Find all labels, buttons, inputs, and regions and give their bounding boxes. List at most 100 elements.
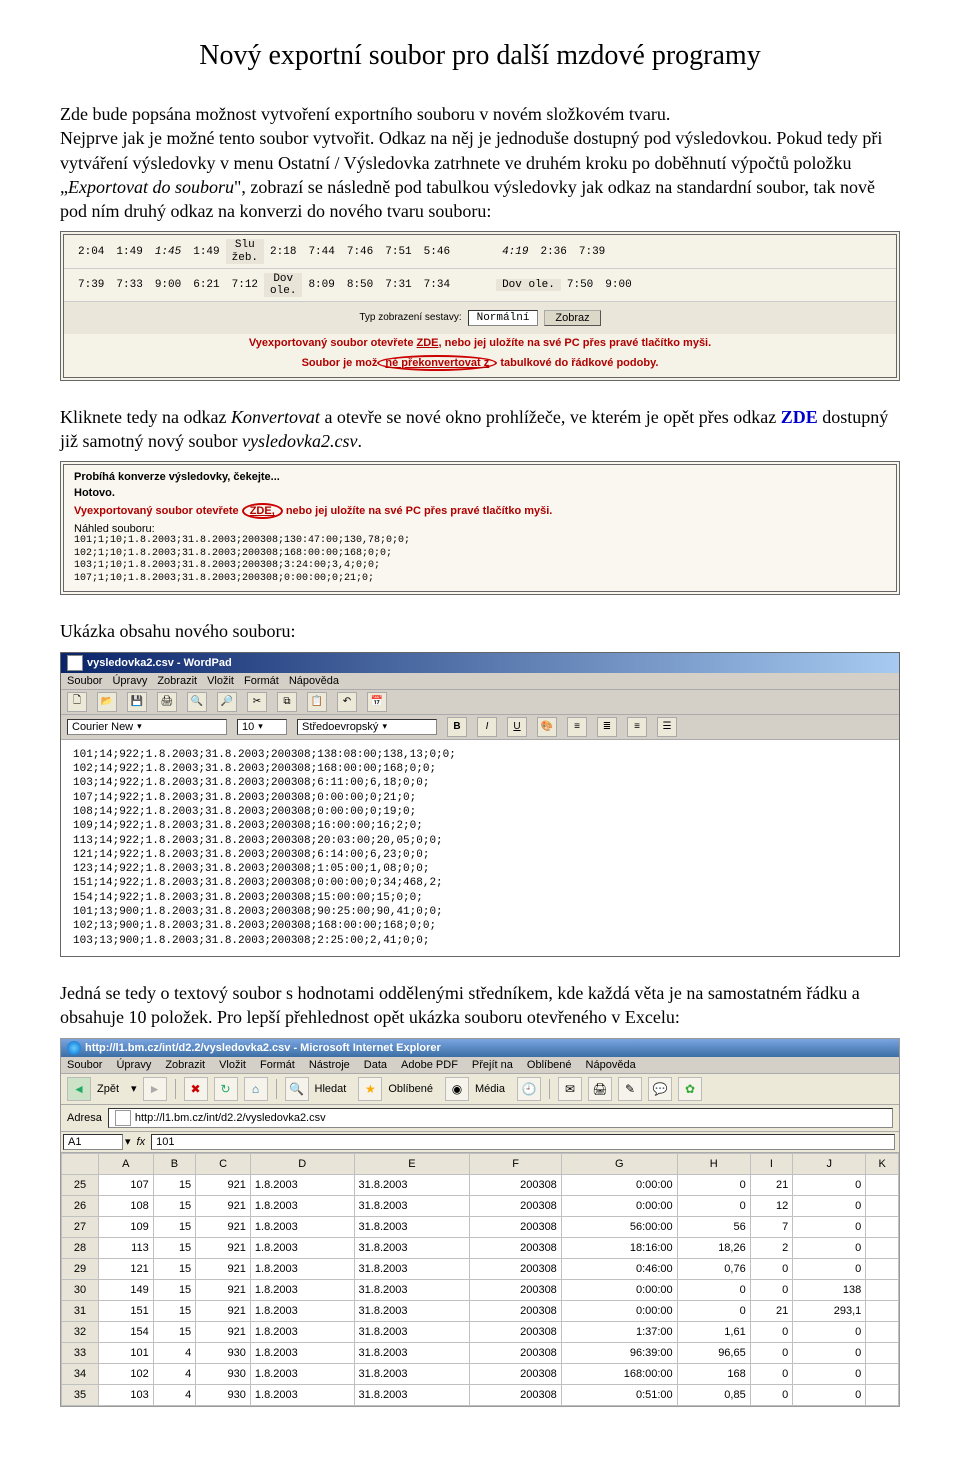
cell[interactable]: 168:00:00	[561, 1363, 677, 1384]
name-box[interactable]: A1	[63, 1134, 123, 1150]
convert-link[interactable]: né překonvertovat z	[377, 355, 497, 371]
cell[interactable]	[866, 1321, 899, 1342]
cell[interactable]: 1,61	[677, 1321, 750, 1342]
menu-item[interactable]: Zobrazit	[165, 1059, 205, 1071]
cell[interactable]: 15	[153, 1258, 195, 1279]
cell[interactable]: 1.8.2003	[250, 1342, 354, 1363]
cell[interactable]: 0	[793, 1237, 866, 1258]
media-label[interactable]: Média	[475, 1083, 505, 1095]
cell[interactable]: 921	[196, 1279, 251, 1300]
cell[interactable]: 149	[99, 1279, 154, 1300]
display-type-value[interactable]: Normální	[468, 310, 539, 326]
table-row[interactable]: 29121159211.8.200331.8.20032003080:46:00…	[62, 1258, 899, 1279]
cell[interactable]: 151	[99, 1300, 154, 1321]
cell[interactable]: 4	[153, 1384, 195, 1405]
cell[interactable]: 15	[153, 1174, 195, 1195]
address-field[interactable]: http://l1.bm.cz/int/d2.2/vysledovka2.csv	[108, 1108, 893, 1128]
cell[interactable]	[866, 1258, 899, 1279]
open-result-link[interactable]: ZDE,	[242, 503, 283, 519]
cell[interactable]: 21	[750, 1174, 792, 1195]
cell[interactable]	[866, 1195, 899, 1216]
cell[interactable]: 102	[99, 1363, 154, 1384]
table-row[interactable]: 3410249301.8.200331.8.2003200308168:00:0…	[62, 1363, 899, 1384]
cell[interactable]: 0	[793, 1342, 866, 1363]
cell[interactable]: 15	[153, 1195, 195, 1216]
cell[interactable]: 31.8.2003	[354, 1384, 470, 1405]
cell[interactable]: 18,26	[677, 1237, 750, 1258]
back-dropdown-icon[interactable]: ▾	[131, 1082, 137, 1095]
table-row[interactable]: 27109159211.8.200331.8.200320030856:00:0…	[62, 1216, 899, 1237]
cut-icon[interactable]: ✂	[247, 692, 267, 712]
menu-item[interactable]: Zobrazit	[157, 675, 197, 687]
cell[interactable]: 31.8.2003	[354, 1279, 470, 1300]
cell[interactable]: 96,65	[677, 1342, 750, 1363]
save-icon[interactable]: 💾	[127, 692, 147, 712]
home-button[interactable]: ⌂	[244, 1077, 268, 1101]
cell[interactable]: 200308	[470, 1300, 561, 1321]
cell[interactable]: 96:39:00	[561, 1342, 677, 1363]
row-header[interactable]: 27	[62, 1216, 99, 1237]
align-left-button[interactable]: ≡	[567, 717, 587, 737]
cell[interactable]: 15	[153, 1321, 195, 1342]
font-script-combo[interactable]: Středoevropský	[297, 719, 437, 735]
cell[interactable]: 4	[153, 1342, 195, 1363]
cell[interactable]: 200308	[470, 1216, 561, 1237]
cell[interactable]: 113	[99, 1237, 154, 1258]
cell[interactable]: 0	[793, 1216, 866, 1237]
menu-item[interactable]: Úpravy	[112, 675, 147, 687]
menu-item[interactable]: Data	[364, 1059, 387, 1071]
cell[interactable]: 103	[99, 1384, 154, 1405]
cell[interactable]: 0	[750, 1279, 792, 1300]
italic-button[interactable]: I	[477, 717, 497, 737]
cell[interactable]: 15	[153, 1279, 195, 1300]
cell[interactable]: 921	[196, 1300, 251, 1321]
menu-item[interactable]: Oblíbené	[527, 1059, 572, 1071]
cell[interactable]: 12	[750, 1195, 792, 1216]
cell[interactable]: 21	[750, 1300, 792, 1321]
cell[interactable]	[866, 1216, 899, 1237]
menu-item[interactable]: Nápověda	[586, 1059, 636, 1071]
search-label[interactable]: Hledat	[315, 1083, 347, 1095]
cell[interactable]: 1.8.2003	[250, 1279, 354, 1300]
zde-link[interactable]: ZDE	[781, 407, 818, 427]
cell[interactable]: 0:00:00	[561, 1279, 677, 1300]
fx-icon[interactable]: fx	[131, 1136, 152, 1148]
cell[interactable]: 200308	[470, 1174, 561, 1195]
cell[interactable]	[866, 1342, 899, 1363]
back-button[interactable]: ◄	[67, 1077, 91, 1101]
cell[interactable]: 1.8.2003	[250, 1216, 354, 1237]
cell[interactable]: 200308	[470, 1195, 561, 1216]
show-button[interactable]: Zobraz	[544, 310, 600, 326]
cell[interactable]	[866, 1384, 899, 1405]
col-header[interactable]: K	[866, 1153, 899, 1174]
discuss-icon[interactable]: 💬	[648, 1077, 672, 1101]
table-row[interactable]: 32154159211.8.200331.8.20032003081:37:00…	[62, 1321, 899, 1342]
table-row[interactable]: 25107159211.8.200331.8.20032003080:00:00…	[62, 1174, 899, 1195]
cell[interactable]: 930	[196, 1363, 251, 1384]
date-icon[interactable]: 📅	[367, 692, 387, 712]
wordpad-editor[interactable]: 101;14;922;1.8.2003;31.8.2003;200308;138…	[61, 740, 899, 956]
cell[interactable]: 0	[793, 1195, 866, 1216]
menu-item[interactable]: Soubor	[67, 675, 102, 687]
cell[interactable]: 930	[196, 1384, 251, 1405]
table-row[interactable]: 3510349301.8.200331.8.20032003080:51:000…	[62, 1384, 899, 1405]
cell[interactable]: 2	[750, 1237, 792, 1258]
cell[interactable]: 921	[196, 1195, 251, 1216]
underline-button[interactable]: U	[507, 717, 527, 737]
cell[interactable]: 921	[196, 1321, 251, 1342]
cell[interactable]: 0	[793, 1363, 866, 1384]
favorites-icon[interactable]: ★	[358, 1077, 382, 1101]
row-header[interactable]: 33	[62, 1342, 99, 1363]
cell[interactable]: 56	[677, 1216, 750, 1237]
cell[interactable]: 1.8.2003	[250, 1258, 354, 1279]
menu-item[interactable]: Nástroje	[309, 1059, 350, 1071]
cell[interactable]: 0	[677, 1279, 750, 1300]
cell[interactable]: 921	[196, 1237, 251, 1258]
cell[interactable]: 0:00:00	[561, 1174, 677, 1195]
cell[interactable]: 121	[99, 1258, 154, 1279]
cell[interactable]: 921	[196, 1174, 251, 1195]
cell[interactable]: 930	[196, 1342, 251, 1363]
cell[interactable]	[866, 1300, 899, 1321]
cell[interactable]: 1.8.2003	[250, 1321, 354, 1342]
cell[interactable]: 200308	[470, 1258, 561, 1279]
